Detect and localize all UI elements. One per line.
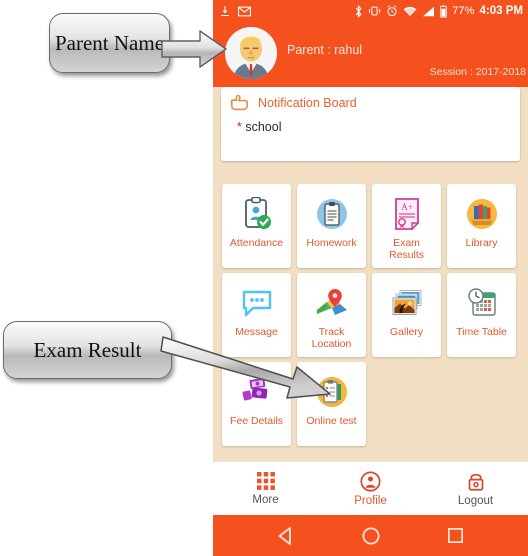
nav-more[interactable]: More	[213, 471, 318, 506]
feature-grid: Attendance Homework A+ Exam Results Libr…	[219, 184, 522, 451]
tile-online-test[interactable]: Online test	[297, 362, 366, 446]
svg-text:A+: A+	[401, 202, 413, 212]
status-bar-right-icons: 77% 4:03 PM	[354, 4, 523, 18]
tile-label: Gallery	[389, 326, 424, 338]
checklist-icon	[314, 374, 350, 410]
home-circle-icon[interactable]	[361, 526, 381, 546]
tile-track-location[interactable]: Track Location	[297, 273, 366, 357]
battery-percent-label: 77%	[452, 5, 475, 17]
battery-icon	[440, 4, 447, 18]
notification-board-card: Notification Board * school	[221, 87, 520, 161]
tile-label: Attendance	[229, 237, 284, 249]
nav-label: Logout	[457, 494, 494, 507]
notification-item-text: school	[245, 120, 282, 134]
back-triangle-icon[interactable]	[276, 526, 296, 546]
tile-label: Track Location	[311, 326, 352, 350]
tile-time-table[interactable]: Time Table	[447, 273, 516, 357]
download-icon	[221, 6, 229, 16]
notification-item: * school	[221, 111, 520, 134]
parent-avatar-image	[225, 27, 277, 79]
callout-parent-name-text: Parent Name	[54, 30, 165, 55]
calendar-clock-icon	[464, 285, 500, 321]
callout-parent-name: Parent Name	[49, 13, 170, 73]
photos-icon	[389, 285, 425, 321]
status-bar: 77% 4:03 PM	[213, 0, 528, 22]
app-header: Parent : rahul Session : 2017-2018	[213, 22, 528, 87]
android-system-nav	[213, 515, 528, 556]
money-icon	[239, 374, 275, 410]
pointing-hand-icon	[230, 94, 248, 111]
tile-label: Fee Details	[229, 415, 284, 427]
chat-bubble-icon	[239, 285, 275, 321]
grade-paper-icon: A+	[389, 196, 425, 232]
tile-label: Online test	[306, 415, 357, 427]
tile-label: Message	[235, 326, 278, 338]
avatar[interactable]	[225, 27, 277, 79]
tile-exam-results[interactable]: A+ Exam Results	[372, 184, 441, 268]
clock-label: 4:03 PM	[479, 5, 523, 17]
status-bar-left-icons	[219, 5, 251, 17]
clipboard-check-icon	[239, 196, 275, 232]
lock-icon	[468, 473, 483, 491]
nav-label: Profile	[354, 494, 387, 507]
tile-homework[interactable]: Homework	[297, 184, 366, 268]
notification-bullet: *	[237, 120, 242, 134]
session-label: Session : 2017-2018	[429, 66, 526, 78]
bluetooth-icon	[356, 4, 362, 18]
tile-fee-details[interactable]: Fee Details	[222, 362, 291, 446]
tile-label: Library	[465, 237, 498, 249]
phone-screen: 77% 4:03 PM Parent : rahul Session : 201…	[213, 0, 528, 556]
nav-logout[interactable]: Logout	[423, 471, 528, 507]
tile-library[interactable]: Library	[447, 184, 516, 268]
clipboard-circle-icon	[314, 196, 350, 232]
nav-profile[interactable]: Profile	[318, 470, 423, 507]
grid-icon	[256, 472, 275, 490]
books-icon	[464, 196, 500, 232]
signal-icon	[423, 6, 435, 16]
tile-label: Exam Results	[388, 237, 424, 261]
wifi-icon	[403, 6, 417, 16]
gmail-icon	[238, 6, 251, 16]
callout-exam-result: Exam Result	[3, 321, 172, 379]
person-circle-icon	[360, 470, 381, 492]
nav-label: More	[252, 494, 279, 506]
notification-board-title: Notification Board	[258, 95, 357, 110]
bottom-navigation: More Profile Logout	[213, 461, 528, 515]
tile-gallery[interactable]: Gallery	[372, 273, 441, 357]
tile-attendance[interactable]: Attendance	[222, 184, 291, 268]
parent-name-label: Parent : rahul	[287, 43, 363, 57]
recents-square-icon[interactable]	[446, 526, 465, 545]
alarm-icon	[387, 5, 397, 17]
tile-label: Time Table	[456, 326, 507, 338]
notification-board-header: Notification Board	[221, 87, 520, 111]
callout-exam-result-text: Exam Result	[33, 337, 142, 362]
tile-message[interactable]: Message	[222, 273, 291, 357]
vibrate-icon	[369, 6, 381, 16]
map-pin-icon	[314, 285, 350, 321]
tile-label: Homework	[306, 237, 357, 249]
